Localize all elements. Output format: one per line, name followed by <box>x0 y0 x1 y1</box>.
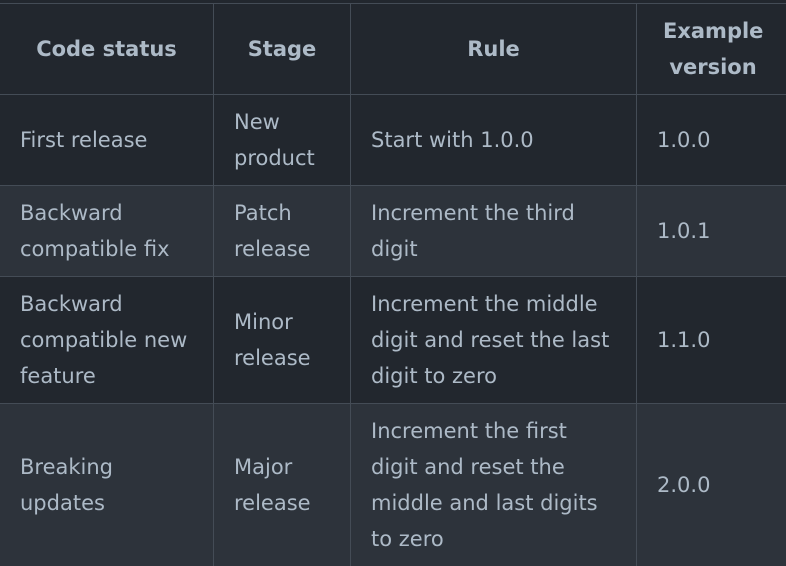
table-row: Breaking updates Major release Increment… <box>0 403 786 566</box>
table-row: Backward compatible new feature Minor re… <box>0 276 786 404</box>
header-code-status: Code status <box>0 3 214 95</box>
cell-stage: Major release <box>213 403 351 566</box>
table-header-row: Code status Stage Rule Example version <box>0 3 786 95</box>
table-row: First release New product Start with 1.0… <box>0 94 786 186</box>
cell-rule: Increment the third digit <box>350 185 637 277</box>
cell-example-version: 1.0.1 <box>636 185 786 277</box>
cell-rule: Increment the middle digit and reset the… <box>350 276 637 404</box>
header-stage: Stage <box>213 3 351 95</box>
cell-stage: Patch release <box>213 185 351 277</box>
versioning-table-container: Code status Stage Rule Example version F… <box>0 0 786 566</box>
versioning-table: Code status Stage Rule Example version F… <box>0 3 786 566</box>
cell-rule: Increment the first digit and reset the … <box>350 403 637 566</box>
header-example-version: Example version <box>636 3 786 95</box>
cell-example-version: 1.1.0 <box>636 276 786 404</box>
cell-code-status: Backward compatible new feature <box>0 276 214 404</box>
header-rule: Rule <box>350 3 637 95</box>
cell-example-version: 2.0.0 <box>636 403 786 566</box>
table-row: Backward compatible fix Patch release In… <box>0 185 786 277</box>
cell-stage: New product <box>213 94 351 186</box>
cell-rule: Start with 1.0.0 <box>350 94 637 186</box>
cell-code-status: Breaking updates <box>0 403 214 566</box>
cell-stage: Minor release <box>213 276 351 404</box>
cell-example-version: 1.0.0 <box>636 94 786 186</box>
cell-code-status: Backward compatible fix <box>0 185 214 277</box>
cell-code-status: First release <box>0 94 214 186</box>
